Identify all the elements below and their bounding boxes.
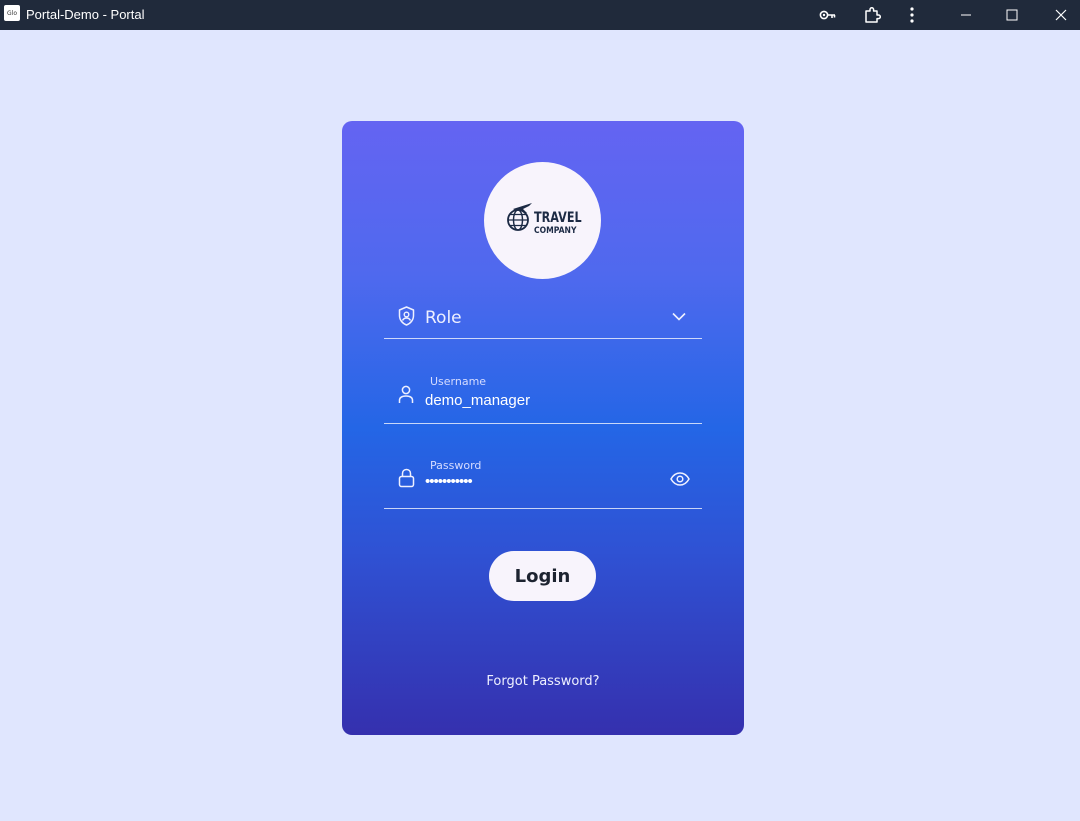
chevron-down-icon (672, 312, 686, 321)
app-icon: Glo (4, 5, 20, 21)
login-card: TRAVEL COMPANY Role Username demo_manage… (342, 121, 744, 735)
extension-icon[interactable] (857, 0, 887, 30)
close-icon[interactable] (1046, 0, 1076, 30)
logo-text-travel: TRAVEL (534, 210, 582, 226)
role-select[interactable]: Role (384, 296, 702, 339)
password-field[interactable]: Password ••••••••••• (384, 449, 702, 509)
lock-icon (398, 468, 415, 488)
eye-icon[interactable] (670, 472, 690, 486)
user-icon (398, 385, 414, 403)
role-label: Role (425, 308, 462, 328)
window-title: Portal-Demo - Portal (26, 7, 145, 22)
username-input[interactable]: demo_manager (425, 392, 530, 409)
forgot-password-link[interactable]: Forgot Password? (342, 674, 744, 689)
username-label: Username (430, 375, 487, 388)
maximize-icon[interactable] (997, 0, 1027, 30)
password-input[interactable]: ••••••••••• (425, 473, 473, 490)
username-field[interactable]: Username demo_manager (384, 365, 702, 424)
logo-text-company: COMPANY (534, 226, 577, 236)
key-icon[interactable] (813, 0, 843, 30)
window-titlebar: Glo Portal-Demo - Portal (0, 0, 1080, 30)
company-logo: TRAVEL COMPANY (484, 162, 601, 279)
login-button[interactable]: Login (489, 551, 596, 601)
globe-plane-icon (507, 203, 532, 231)
shield-user-icon (398, 306, 415, 326)
more-options-icon[interactable] (897, 0, 927, 30)
password-label: Password (430, 459, 482, 472)
minimize-icon[interactable] (951, 0, 981, 30)
